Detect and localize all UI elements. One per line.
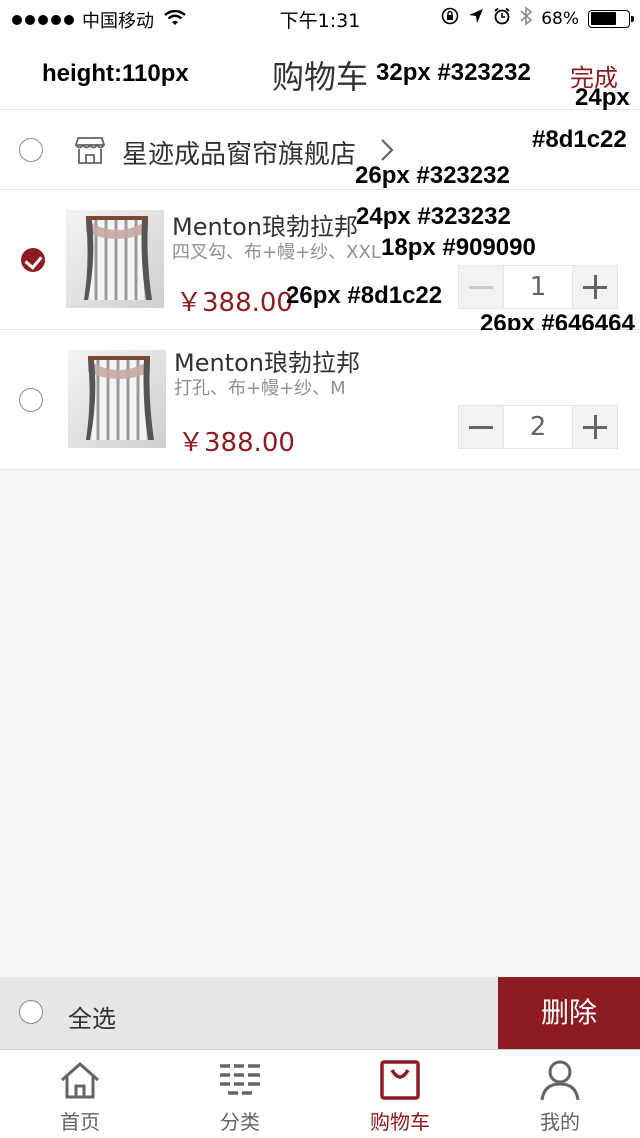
decrease-button[interactable]: [459, 406, 503, 448]
shop-name[interactable]: 星迹成品窗帘旗舰店: [122, 134, 356, 171]
battery-icon: [588, 9, 634, 28]
product-name[interactable]: Menton琅勃拉邦: [172, 207, 358, 242]
item-select-radio[interactable]: [21, 248, 45, 272]
annotation-done-size: 24px: [575, 84, 630, 111]
annotation-shop-spec: 26px #323232: [355, 162, 510, 189]
annotation-spec-spec: 18px #909090: [381, 234, 536, 261]
battery-percent: 68%: [541, 8, 579, 29]
tab-category[interactable]: 分类: [160, 1050, 320, 1138]
cart-icon: [380, 1060, 420, 1100]
decrease-button[interactable]: [459, 266, 503, 308]
profile-icon: [540, 1060, 580, 1101]
category-icon: [220, 1064, 260, 1095]
product-spec: 打孔、布+幔+纱、M: [174, 378, 346, 399]
quantity-value[interactable]: 2: [503, 406, 573, 448]
product-image[interactable]: [68, 350, 166, 448]
home-icon: [61, 1062, 99, 1099]
quantity-value[interactable]: 1: [503, 266, 573, 308]
select-all-label[interactable]: 全选: [68, 999, 116, 1034]
tab-label: 首页: [60, 1110, 100, 1134]
bluetooth-icon: [520, 6, 533, 31]
item-select-radio[interactable]: [19, 388, 43, 412]
annotation-price-spec: 26px #8d1c22: [286, 282, 443, 309]
tab-bar: 首页 分类 购物车 我的: [0, 1049, 640, 1138]
tab-home[interactable]: 首页: [0, 1050, 160, 1138]
tab-label: 购物车: [370, 1110, 430, 1134]
product-spec: 四叉勾、布+幔+纱、XXL: [172, 242, 381, 263]
shop-select-radio[interactable]: [19, 138, 43, 162]
annotation-name-spec: 24px #323232: [356, 203, 511, 230]
product-price: ￥388.00: [176, 288, 293, 318]
increase-button[interactable]: [573, 266, 617, 308]
chevron-right-icon[interactable]: [372, 136, 400, 164]
cart-item[interactable]: Menton琅勃拉邦 打孔、布+幔+纱、M ￥388.00 2: [0, 330, 640, 470]
alarm-icon: [493, 7, 511, 30]
select-all-radio[interactable]: [19, 1000, 43, 1024]
product-price: ￥388.00: [178, 428, 295, 458]
location-icon: [468, 8, 484, 29]
product-image[interactable]: [66, 210, 164, 308]
status-right: 68%: [441, 6, 634, 31]
increase-button[interactable]: [573, 406, 617, 448]
tab-label: 我的: [540, 1110, 580, 1134]
annotation-header-height: height:110px: [42, 60, 189, 87]
store-icon: [74, 134, 106, 166]
annotation-title-spec: 32px #323232: [376, 59, 531, 86]
quantity-stepper: 2: [458, 405, 618, 449]
tab-profile[interactable]: 我的: [480, 1050, 640, 1138]
rotation-lock-icon: [441, 7, 459, 30]
tab-cart[interactable]: 购物车: [320, 1050, 480, 1138]
delete-button[interactable]: 删除: [498, 977, 640, 1049]
annotation-done-color: #8d1c22: [532, 126, 627, 153]
quantity-stepper: 1: [458, 265, 618, 309]
tab-label: 分类: [220, 1110, 260, 1134]
status-bar: 中国移动 下午1:31 68%: [0, 0, 640, 36]
product-name[interactable]: Menton琅勃拉邦: [174, 343, 360, 378]
cart-action-bar: 全选 删除: [0, 977, 640, 1049]
